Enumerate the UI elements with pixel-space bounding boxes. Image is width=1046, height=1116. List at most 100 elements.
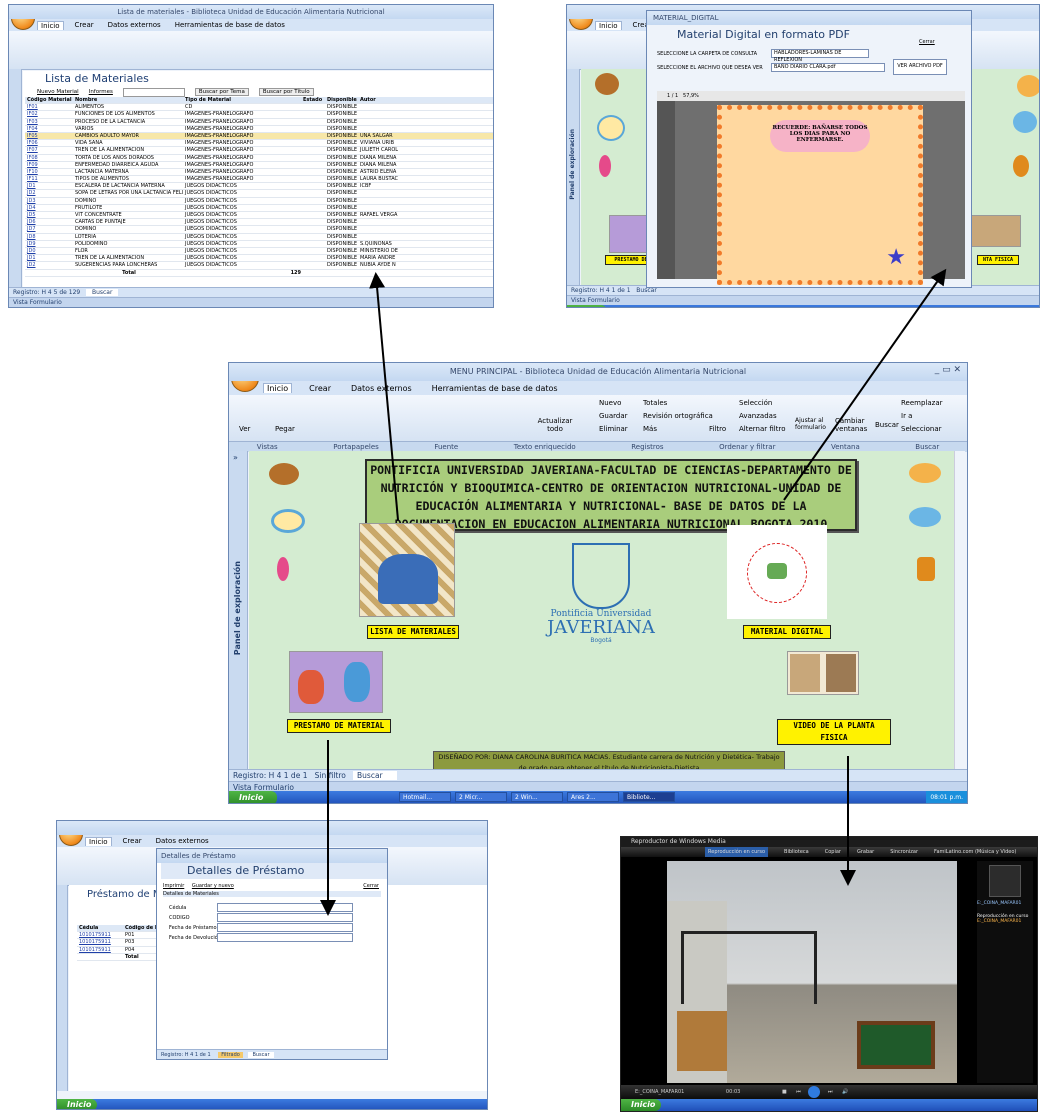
table-row[interactable]: IF06 VIDA SANA IMÁGENES-FRANELOGRAFO DISPON… — [25, 140, 493, 148]
table-cell[interactable]: JD2 — [25, 190, 73, 196]
save-new-link[interactable]: Guardar y nuevo — [192, 883, 234, 889]
tab-library[interactable]: Biblioteca — [784, 847, 809, 857]
record-navigator[interactable]: Registro: H 4 1 de 1 Filtrado Buscar — [157, 1049, 387, 1059]
search-topic-button[interactable]: Buscar por Tema — [194, 88, 249, 96]
prestamo-picture[interactable] — [289, 651, 383, 713]
table-cell[interactable]: JD5 — [25, 212, 73, 218]
ir-a-button[interactable]: Ir a — [901, 412, 912, 420]
start-button[interactable]: Inicio — [57, 1099, 97, 1109]
column-header[interactable]: Tipo de Material — [183, 97, 301, 103]
expand-pane-icon[interactable]: » — [233, 453, 238, 462]
nuevo-button[interactable]: Nuevo — [599, 399, 621, 407]
view-pdf-button[interactable]: VER ARCHIVO PDF — [893, 59, 947, 75]
table-cell[interactable]: IF09 — [25, 162, 73, 168]
tab-inicio[interactable]: Inicio — [263, 383, 293, 393]
filter-status[interactable]: Sin filtro — [315, 771, 346, 780]
table-row[interactable]: JD2 SOPA DE LETRAS POR UNA LACTANCIA FELI… — [25, 190, 493, 198]
print-link[interactable]: Imprimir — [163, 883, 184, 889]
actualizar-button[interactable]: Actualizar todo — [533, 417, 577, 433]
table-row[interactable]: JD0 FLOR JUEGOS DIDACTICOS DISPONIBLE MINIST… — [25, 248, 493, 256]
taskbar-item[interactable]: Bibliote... — [623, 792, 675, 802]
material-digital-button[interactable]: MATERIAL DIGITAL — [743, 625, 831, 639]
eliminar-button[interactable]: Eliminar — [599, 425, 628, 433]
start-button[interactable]: Inicio — [567, 305, 607, 307]
prestamo-button[interactable]: PRESTAMO DE MATERIAL — [287, 719, 391, 733]
tab-datos-externos[interactable]: Datos externos — [105, 21, 164, 29]
tab-inicio[interactable]: Inicio — [37, 20, 64, 30]
table-cell[interactable]: IF10 — [25, 169, 73, 175]
column-header[interactable]: Nombre — [73, 97, 183, 103]
table-row[interactable]: JD6 CARTAS DE PUNTAJE JUEGOS DIDACTICOS DIS… — [25, 219, 493, 227]
totales-button[interactable]: Totales — [643, 399, 667, 407]
revision-button[interactable]: Revisión ortográfica — [643, 412, 713, 420]
search-title-button[interactable]: Buscar por Título — [258, 88, 314, 96]
reports-dropdown[interactable] — [122, 87, 185, 97]
filter-status[interactable]: Filtrado — [218, 1052, 243, 1058]
reports-link[interactable]: Informes — [89, 89, 113, 95]
list-cell[interactable]: 1010175911 — [77, 939, 123, 945]
taskbar-item[interactable]: 2 Micr... — [455, 792, 507, 802]
planta-fisica-picture[interactable] — [787, 651, 859, 695]
column-header[interactable]: Autor — [358, 97, 398, 103]
material-digital-picture[interactable] — [727, 525, 827, 619]
tab-herramientas[interactable]: Herramientas de base de datos — [172, 21, 288, 29]
table-cell[interactable]: IF03 — [25, 119, 73, 125]
playlist-item[interactable]: E:_COINA_MAFAR01 — [977, 919, 1033, 924]
avanzadas-button[interactable]: Avanzadas — [739, 412, 777, 420]
table-cell[interactable]: IF02 — [25, 111, 73, 117]
tab-rip[interactable]: Copiar — [825, 847, 841, 857]
seleccion-button[interactable]: Selección — [739, 399, 772, 407]
table-row[interactable]: IF09 ENFERMEDAD DIARREICA AGUDA IMÁGENES-F… — [25, 162, 493, 169]
codigo-select[interactable] — [217, 913, 353, 922]
file-select[interactable]: BAÑO DIARIO CLARA.pdf — [771, 63, 885, 72]
vertical-scrollbar[interactable] — [954, 451, 965, 769]
table-cell[interactable]: IF04 — [25, 126, 73, 132]
tab-datos-externos[interactable]: Datos externos — [348, 384, 415, 393]
table-cell[interactable]: IF05 — [25, 133, 73, 139]
search-box[interactable]: Buscar — [353, 771, 397, 780]
filtro-button[interactable]: Filtro — [709, 425, 726, 433]
table-row[interactable]: JD1 TREN DE LA ALIMENTACIÓN JUEGOS DIDACTI… — [25, 255, 493, 263]
list-item[interactable]: 1010175911 P01 — [77, 932, 167, 940]
taskbar-item[interactable]: 2 Win... — [511, 792, 563, 802]
taskbar-item[interactable]: Ares 2... — [567, 792, 619, 802]
list-item[interactable]: 1010175911 P03 — [77, 939, 167, 947]
table-cell[interactable]: JD0 — [25, 248, 73, 254]
column-header[interactable]: Estado — [301, 97, 325, 103]
table-row[interactable]: IF08 TORTA DE LOS AÑOS DORADOS IMÁGENES-FR… — [25, 155, 493, 162]
window-controls[interactable]: _ ▭ ✕ — [935, 365, 961, 375]
list-item[interactable]: 1010175911 P04 — [77, 947, 167, 954]
lista-materiales-picture[interactable] — [359, 523, 455, 617]
table-row[interactable]: IF01 ALIMENTOS CD DISPONIBLE — [25, 104, 493, 112]
table-cell[interactable]: IF01 — [25, 104, 73, 110]
stop-icon[interactable]: ■ — [782, 1089, 787, 1095]
cedula-field[interactable] — [217, 903, 353, 912]
close-link[interactable]: Cerrar — [919, 39, 935, 45]
video-label[interactable]: NTA FISICA — [977, 255, 1019, 265]
tab-store[interactable]: FamiLatino.com (Música y Video) — [934, 847, 1016, 857]
table-row[interactable]: JD9 POLIDOMINO JUEGOS DIDACTICOS DISPONIBLE… — [25, 241, 493, 248]
table-row[interactable]: JD3 DOMINO JUEGOS DIDACTICOS DISPONIBLE — [25, 198, 493, 205]
table-row[interactable]: IF02 FUNCIONES DE LOS ALIMENTOS IMÁGENES-F… — [25, 111, 493, 119]
navigation-pane[interactable] — [57, 885, 68, 1091]
table-row[interactable]: IF11 TIPOS DE ALIMENTOS IMÁGENES-FRANELOGR… — [25, 176, 493, 184]
start-button[interactable]: Inicio — [621, 1099, 661, 1111]
list-cell[interactable]: 1010175911 — [77, 932, 123, 938]
table-row[interactable]: IF03 PROCESO DE LA LACTANCIA IMÁGENES-FRAN… — [25, 119, 493, 126]
ver-button[interactable]: Ver — [239, 425, 250, 433]
video-picture[interactable] — [969, 215, 1021, 247]
column-header[interactable]: Código Material — [25, 97, 73, 103]
reemplazar-button[interactable]: Reemplazar — [901, 399, 943, 407]
video-button[interactable]: VIDEO DE LA PLANTA FISICA — [777, 719, 891, 745]
table-row[interactable]: JD5 VIT CONCENTRATE JUEGOS DIDACTICOS DISPO… — [25, 212, 493, 220]
tab-sync[interactable]: Sincronizar — [890, 847, 918, 857]
table-cell[interactable]: JD4 — [25, 205, 73, 211]
start-button[interactable]: Inicio — [9, 307, 49, 308]
list-cell[interactable]: 1010175911 — [77, 947, 123, 953]
navigation-pane[interactable] — [9, 69, 22, 291]
folder-select[interactable]: HABLADORES-LAMINAS DE REFLEXION — [771, 49, 869, 63]
tab-now-playing[interactable]: Reproducción en curso — [705, 847, 769, 857]
table-row[interactable]: IF05 CAMBIOS ADULTO MAYOR IMÁGENES-FRANELO… — [25, 132, 493, 141]
table-row[interactable]: IF04 VARIOS IMÁGENES-FRANELOGRAFO DISPONIBL… — [25, 126, 493, 133]
tab-crear[interactable]: Crear — [306, 384, 334, 393]
